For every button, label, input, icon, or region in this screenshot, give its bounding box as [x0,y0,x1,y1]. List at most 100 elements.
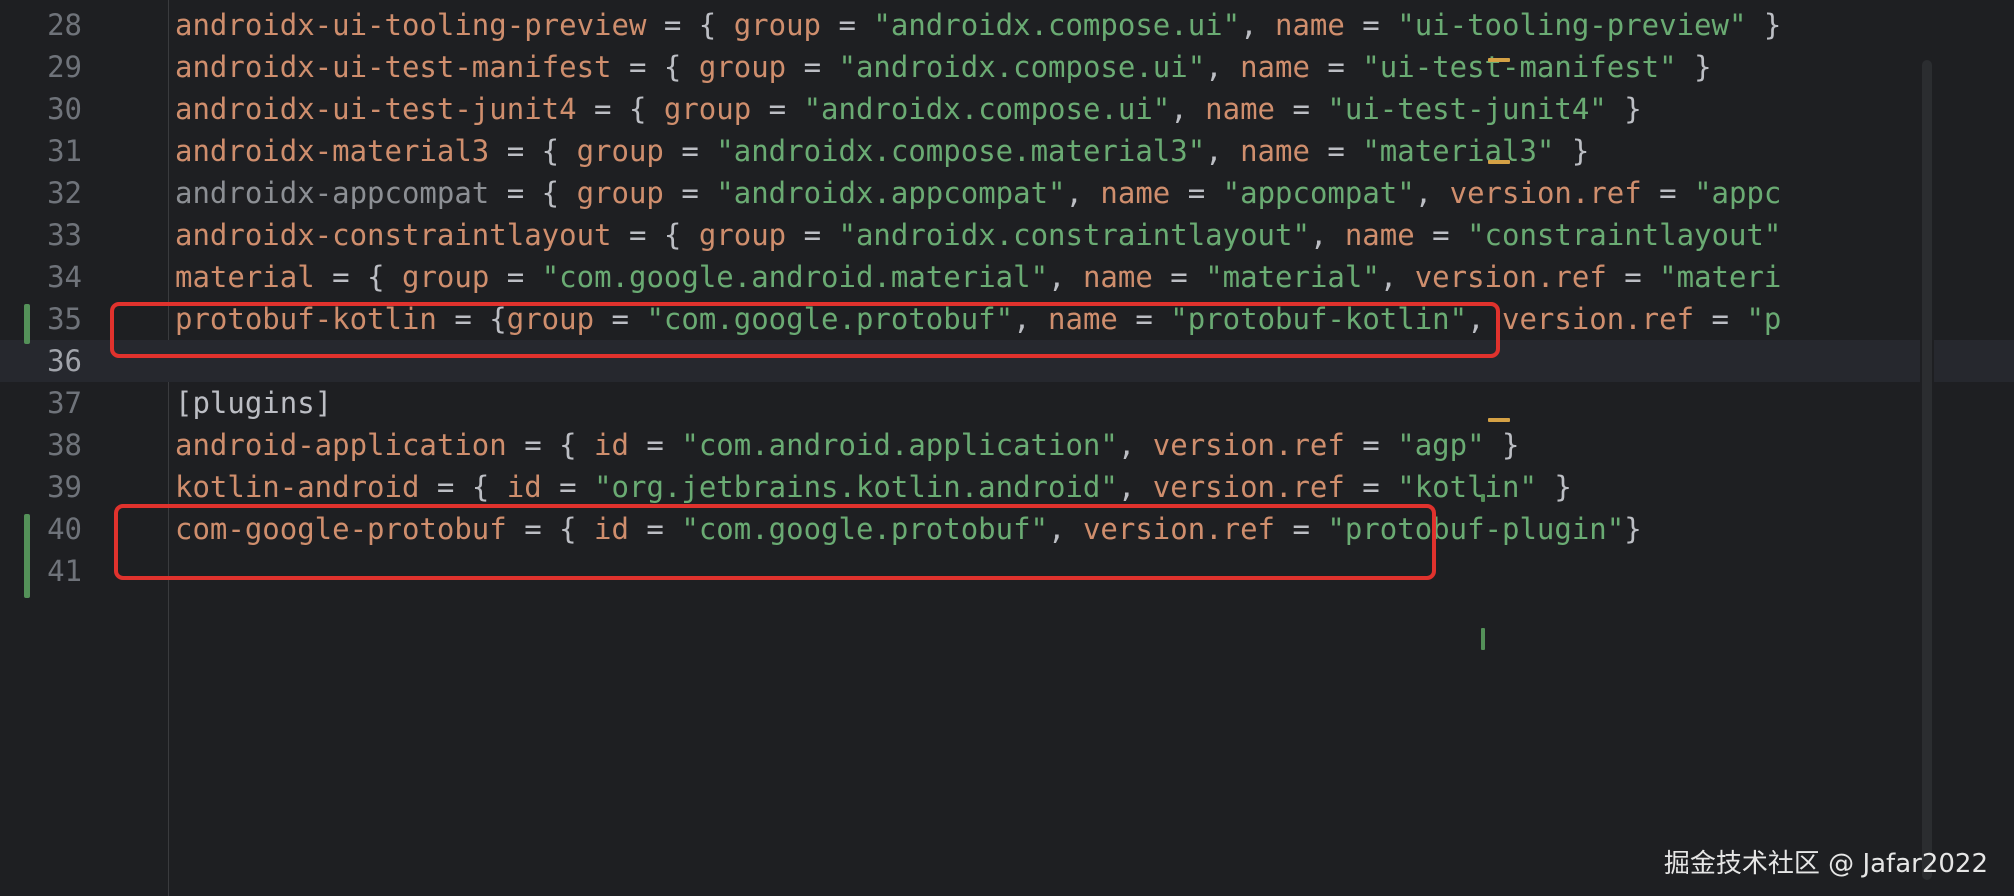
toml-key: version.ref [1502,302,1695,336]
line-number[interactable]: 34 [0,256,82,298]
code-line-38[interactable]: 38 android-application = { id = "com.andr… [0,424,2014,466]
toml-key: name [1082,260,1153,294]
code-text[interactable]: androidx-material3 = { group = "androidx… [175,130,1589,172]
code-line-39[interactable]: 39 kotlin-android = { id = "org.jetbrains… [0,466,2014,508]
code-line-34[interactable]: 34 material = { group = "com.google.andro… [0,256,2014,298]
toml-punctuation: = [751,92,804,126]
watermark: 掘金技术社区 @ Jafar2022 [1663,849,1988,879]
code-text[interactable]: material = { group = "com.google.android… [175,256,1781,298]
line-number[interactable]: 31 [0,130,82,172]
toml-key: androidx-constraintlayout [175,218,612,252]
code-line-30[interactable]: 30 androidx-ui-test-junit4 = { group = "a… [0,88,2014,130]
code-text[interactable]: androidx-ui-test-manifest = { group = "a… [175,46,1712,88]
line-number[interactable]: 36 [0,340,82,382]
toml-punctuation: = { [611,218,699,252]
toml-punctuation: = [1309,134,1363,168]
toml-punctuation: , [1205,134,1241,168]
toml-string: "com.android.application" [681,428,1118,462]
change-stripe-mark[interactable] [1481,494,1485,502]
toml-key: kotlin-android [175,470,420,504]
line-number[interactable]: 38 [0,424,82,466]
toml-punctuation: = { [489,176,577,210]
toml-string: "ui-test-junit4" [1327,92,1607,126]
toml-punctuation: = [1694,302,1747,336]
code-line-32[interactable]: 32 androidx-appcompat = { group = "androi… [0,172,2014,214]
toml-punctuation: = [663,134,717,168]
toml-string: "com.google.android.material" [541,260,1049,294]
toml-key: version.ref [1414,260,1607,294]
toml-key: name [1205,92,1276,126]
code-text[interactable]: android-application = { id = "com.androi… [175,424,1519,466]
toml-punctuation: , [1414,176,1450,210]
toml-punctuation: = [663,176,717,210]
toml-punctuation: } [1484,428,1520,462]
line-number[interactable]: 29 [0,46,82,88]
line-number[interactable]: 30 [0,88,82,130]
code-text[interactable]: androidx-ui-tooling-preview = { group = … [175,4,1781,46]
warning-stripe-mark[interactable] [1488,418,1510,422]
toml-punctuation: , [1117,470,1153,504]
change-stripe-mark[interactable] [1481,628,1485,650]
toml-string: "p [1746,302,1782,336]
line-number[interactable]: 41 [0,550,82,592]
highlight-box-plugin [114,504,1436,580]
toml-punctuation: , [1117,428,1153,462]
toml-string: "appc [1694,176,1782,210]
toml-punctuation: = { [489,134,577,168]
warning-stripe-mark[interactable] [1488,160,1510,164]
toml-punctuation: } [1624,512,1642,546]
code-line-33[interactable]: 33 androidx-constraintlayout = { group = … [0,214,2014,256]
code-text[interactable]: androidx-appcompat = { group = "androidx… [175,172,1781,214]
code-line-29[interactable]: 29 androidx-ui-test-manifest = { group = … [0,46,2014,88]
code-line-31[interactable]: 31 androidx-material3 = { group = "androi… [0,130,2014,172]
code-text[interactable]: kotlin-android = { id = "org.jetbrains.k… [175,466,1572,508]
toml-string: "org.jetbrains.kotlin.android" [594,470,1118,504]
line-number[interactable]: 32 [0,172,82,214]
toml-key: group [663,92,752,126]
line-number[interactable]: 40 [0,508,82,550]
code-text[interactable]: androidx-ui-test-junit4 = { group = "and… [175,88,1642,130]
line-number[interactable]: 37 [0,382,82,424]
toml-punctuation: = [628,428,682,462]
toml-punctuation: = { [576,92,664,126]
toml-punctuation: [plugins] [175,386,333,420]
line-number[interactable]: 28 [0,4,82,46]
warning-stripe-mark[interactable] [1488,58,1510,62]
toml-punctuation: = { [646,8,734,42]
toml-string: "androidx.compose.ui" [873,8,1241,42]
toml-key: name [1240,134,1310,168]
toml-string: "material3" [1362,134,1555,168]
line-number[interactable]: 35 [0,298,82,340]
toml-punctuation: = { [314,260,402,294]
toml-key: androidx-ui-test-junit4 [175,92,577,126]
toml-string: "androidx.constraintlayout" [838,218,1310,252]
toml-punctuation: = [489,260,542,294]
toml-punctuation: = { [611,50,699,84]
toml-punctuation: } [1676,50,1712,84]
code-line-28[interactable]: 28 androidx-ui-tooling-preview = { group … [0,4,2014,46]
toml-punctuation: = [1344,428,1398,462]
toml-string: "agp" [1397,428,1485,462]
code-line-37[interactable]: 37 [plugins] [0,382,2014,424]
toml-key: version.ref [1449,176,1642,210]
toml-string: "kotlin" [1397,470,1537,504]
toml-string: "material" [1205,260,1380,294]
toml-key: androidx-material3 [175,134,490,168]
line-number[interactable]: 33 [0,214,82,256]
toml-punctuation: , [1309,218,1345,252]
toml-punctuation: = { [419,470,507,504]
toml-key: name [1344,218,1415,252]
line-number[interactable]: 39 [0,466,82,508]
toml-key: id [506,470,542,504]
toml-string: "appcompat" [1222,176,1415,210]
toml-key: material [175,260,315,294]
toml-punctuation: = [786,50,839,84]
scrollbar-thumb[interactable] [1922,60,1932,880]
code-text[interactable]: androidx-constraintlayout = { group = "a… [175,214,1781,256]
toml-key: androidx-ui-tooling-preview [175,8,647,42]
vcs-change-marker [24,304,30,344]
toml-punctuation: } [1536,470,1572,504]
toml-punctuation: } [1554,134,1590,168]
code-text[interactable]: [plugins] [175,382,332,424]
toml-punctuation: = [1641,176,1695,210]
